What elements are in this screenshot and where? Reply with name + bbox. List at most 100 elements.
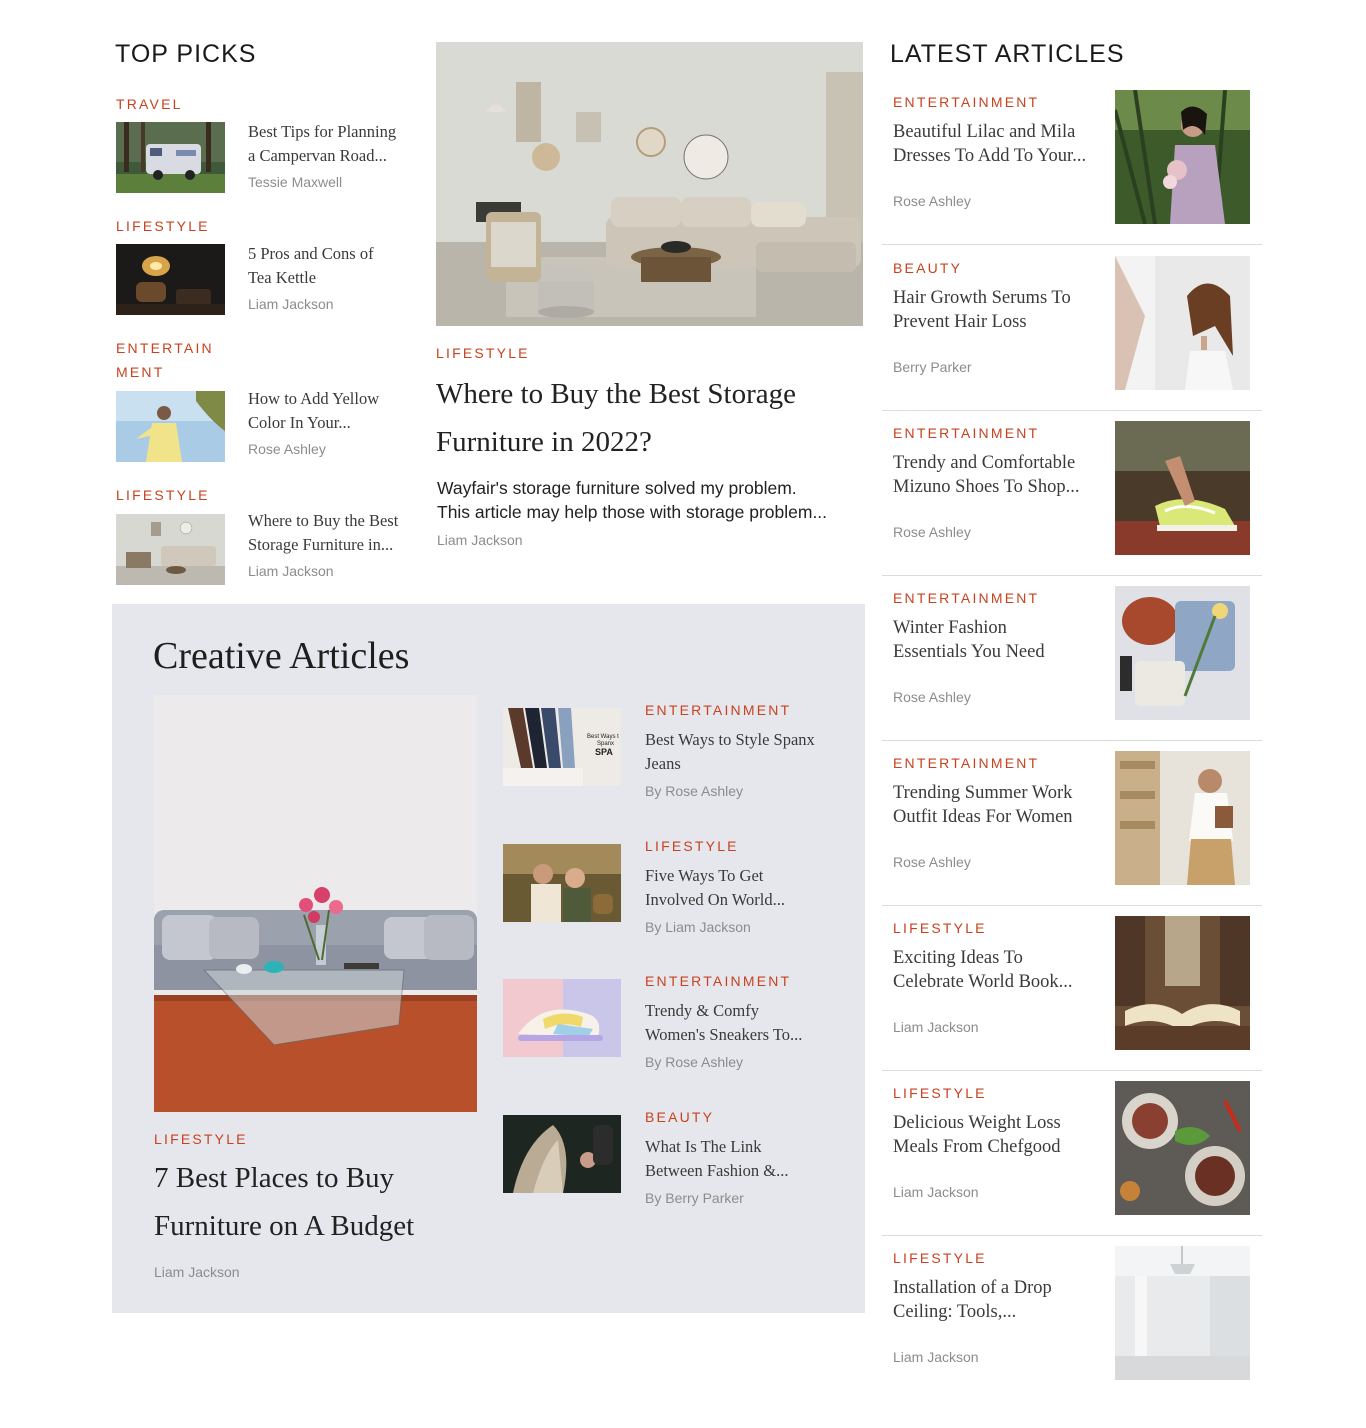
article-title[interactable]: Installation of a Drop Ceiling: Tools,..… [893, 1276, 1098, 1324]
title-line[interactable]: Women's Sneakers To... [645, 1025, 802, 1044]
spanx-jeans-thumbnail[interactable]: Best Ways t Spanx SPA [503, 708, 621, 786]
title-line[interactable]: Best Ways to Style Spanx [645, 730, 815, 749]
category-label[interactable]: LIFESTYLE [893, 1250, 987, 1266]
latest-list-item[interactable]: ENTERTAINMENT Trending Summer Work Outfi… [882, 741, 1262, 906]
sneakers-thumbnail[interactable] [503, 979, 621, 1057]
healthy-meals-thumbnail[interactable] [1115, 1081, 1250, 1215]
category-label[interactable]: LIFESTYLE [116, 214, 226, 238]
author-name[interactable]: By Rose Ashley [645, 1054, 743, 1070]
author-name[interactable]: Liam Jackson [248, 296, 334, 312]
article-title[interactable]: Exciting Ideas To Celebrate World Book..… [893, 946, 1098, 994]
title-line[interactable]: Five Ways To Get [645, 866, 763, 885]
article-title[interactable]: Hair Growth Serums To Prevent Hair Loss [893, 286, 1098, 334]
author-name[interactable]: Liam Jackson [893, 1184, 979, 1200]
author-name[interactable]: Rose Ashley [893, 193, 971, 209]
tea-kettle-thumbnail[interactable] [116, 244, 225, 315]
latest-list-item[interactable]: LIFESTYLE Delicious Weight Loss Meals Fr… [882, 1071, 1262, 1236]
category-label[interactable]: BEAUTY [893, 260, 962, 276]
creative-list-item[interactable]: LIFESTYLE Five Ways To Get Involved On W… [503, 838, 843, 954]
title-line[interactable]: Storage Furniture in... [248, 535, 393, 554]
title-line[interactable]: Hair Growth Serums To [893, 288, 1071, 308]
open-book-thumbnail[interactable] [1115, 916, 1250, 1050]
author-name[interactable]: By Liam Jackson [645, 919, 751, 935]
title-line[interactable]: Outfit Ideas For Women [893, 807, 1073, 827]
article-title[interactable]: Delicious Weight Loss Meals From Chefgoo… [893, 1111, 1098, 1159]
creative-list-item[interactable]: Best Ways t Spanx SPA ENTERTAINMENT Best… [503, 702, 843, 818]
title-line[interactable]: Meals From Chefgood [893, 1137, 1061, 1157]
title-line[interactable]: Furniture in 2022? [436, 426, 652, 458]
title-line[interactable]: Involved On World... [645, 890, 785, 909]
category-label[interactable]: TRAVEL [116, 92, 226, 116]
category-label[interactable]: ENTERTAINMENT [893, 425, 1039, 441]
category-label[interactable]: LIFESTYLE [436, 345, 530, 361]
title-line[interactable]: Where to Buy the Best Storage [436, 378, 796, 410]
category-label[interactable]: LIFESTYLE [154, 1131, 248, 1147]
latest-list-item[interactable]: ENTERTAINMENT Beautiful Lilac and Mila D… [882, 80, 1262, 245]
category-label[interactable]: ENTERTAIN MENT [116, 336, 226, 384]
living-room-thumbnail[interactable] [116, 514, 225, 585]
work-outfit-thumbnail[interactable] [1115, 751, 1250, 885]
article-title[interactable]: 5 Pros and Cons of Tea Kettle [248, 242, 413, 290]
featured-living-room-image[interactable] [436, 42, 863, 326]
fashion-jewelry-thumbnail[interactable] [503, 1115, 621, 1193]
article-title[interactable]: Best Ways to Style Spanx Jeans [645, 728, 830, 776]
author-name[interactable]: By Rose Ashley [645, 783, 743, 799]
title-line[interactable]: Between Fashion &... [645, 1161, 788, 1180]
article-title[interactable]: Where to Buy the Best Storage Furniture … [248, 509, 413, 557]
author-name[interactable]: Tessie Maxwell [248, 174, 342, 190]
creative-list-item[interactable]: ENTERTAINMENT Trendy & Comfy Women's Sne… [503, 973, 843, 1089]
article-title[interactable]: Five Ways To Get Involved On World... [645, 864, 830, 912]
article-title[interactable]: How to Add Yellow Color In Your... [248, 387, 413, 435]
title-line[interactable]: Color In Your... [248, 413, 351, 432]
title-line[interactable]: Winter Fashion [893, 618, 1007, 638]
winter-fashion-thumbnail[interactable] [1115, 586, 1250, 720]
author-name[interactable]: Liam Jackson [154, 1264, 240, 1280]
campervan-thumbnail[interactable] [116, 122, 225, 193]
category-label[interactable]: LIFESTYLE [893, 920, 987, 936]
title-line[interactable]: 5 Pros and Cons of [248, 244, 374, 263]
latest-list-item[interactable]: LIFESTYLE Exciting Ideas To Celebrate Wo… [882, 906, 1262, 1071]
title-line[interactable]: How to Add Yellow [248, 389, 379, 408]
category-line[interactable]: ENTERTAIN [116, 340, 214, 356]
title-line[interactable]: Exciting Ideas To [893, 948, 1023, 968]
family-thumbnail[interactable] [503, 844, 621, 922]
category-label[interactable]: LIFESTYLE [645, 838, 739, 854]
category-label[interactable]: BEAUTY [645, 1109, 714, 1125]
latest-list-item[interactable]: LIFESTYLE Installation of a Drop Ceiling… [882, 1236, 1262, 1401]
category-label[interactable]: ENTERTAINMENT [645, 973, 791, 989]
title-line[interactable]: Essentials You Need [893, 642, 1045, 662]
title-line[interactable]: Installation of a Drop [893, 1278, 1052, 1298]
yellow-dress-thumbnail[interactable] [116, 391, 225, 462]
article-title[interactable]: Winter Fashion Essentials You Need [893, 616, 1098, 664]
article-title[interactable]: Best Tips for Planning a Campervan Road.… [248, 120, 413, 168]
drop-ceiling-thumbnail[interactable] [1115, 1246, 1250, 1380]
title-line[interactable]: Tea Kettle [248, 268, 316, 287]
author-name[interactable]: Rose Ashley [893, 854, 971, 870]
title-line[interactable]: Beautiful Lilac and Mila [893, 122, 1075, 142]
article-title[interactable]: What Is The Link Between Fashion &... [645, 1135, 830, 1183]
title-line[interactable]: Trendy and Comfortable [893, 453, 1075, 473]
title-line[interactable]: Trending Summer Work [893, 783, 1072, 803]
article-title[interactable]: Beautiful Lilac and Mila Dresses To Add … [893, 120, 1098, 168]
category-label[interactable]: LIFESTYLE [893, 1085, 987, 1101]
author-name[interactable]: Liam Jackson [248, 563, 334, 579]
latest-list-item[interactable]: BEAUTY Hair Growth Serums To Prevent Hai… [882, 246, 1262, 411]
title-line[interactable]: Jeans [645, 754, 681, 773]
author-name[interactable]: Berry Parker [893, 359, 972, 375]
title-line[interactable]: Best Tips for Planning [248, 122, 396, 141]
author-name[interactable]: Liam Jackson [437, 532, 523, 548]
title-line[interactable]: a Campervan Road... [248, 146, 387, 165]
latest-list-item[interactable]: ENTERTAINMENT Winter Fashion Essentials … [882, 576, 1262, 741]
title-line[interactable]: 7 Best Places to Buy [154, 1162, 394, 1194]
title-line[interactable]: What Is The Link [645, 1137, 762, 1156]
category-line[interactable]: MENT [116, 364, 164, 380]
author-name[interactable]: Rose Ashley [248, 441, 326, 457]
title-line[interactable]: Where to Buy the Best [248, 511, 398, 530]
title-line[interactable]: Delicious Weight Loss [893, 1113, 1061, 1133]
author-name[interactable]: Liam Jackson [893, 1019, 979, 1035]
category-label[interactable]: ENTERTAINMENT [893, 755, 1039, 771]
hair-serum-thumbnail[interactable] [1115, 256, 1250, 390]
author-name[interactable]: Rose Ashley [893, 689, 971, 705]
title-line[interactable]: Mizuno Shoes To Shop... [893, 477, 1079, 497]
featured-title[interactable]: Where to Buy the Best Storage Furniture … [436, 370, 864, 466]
